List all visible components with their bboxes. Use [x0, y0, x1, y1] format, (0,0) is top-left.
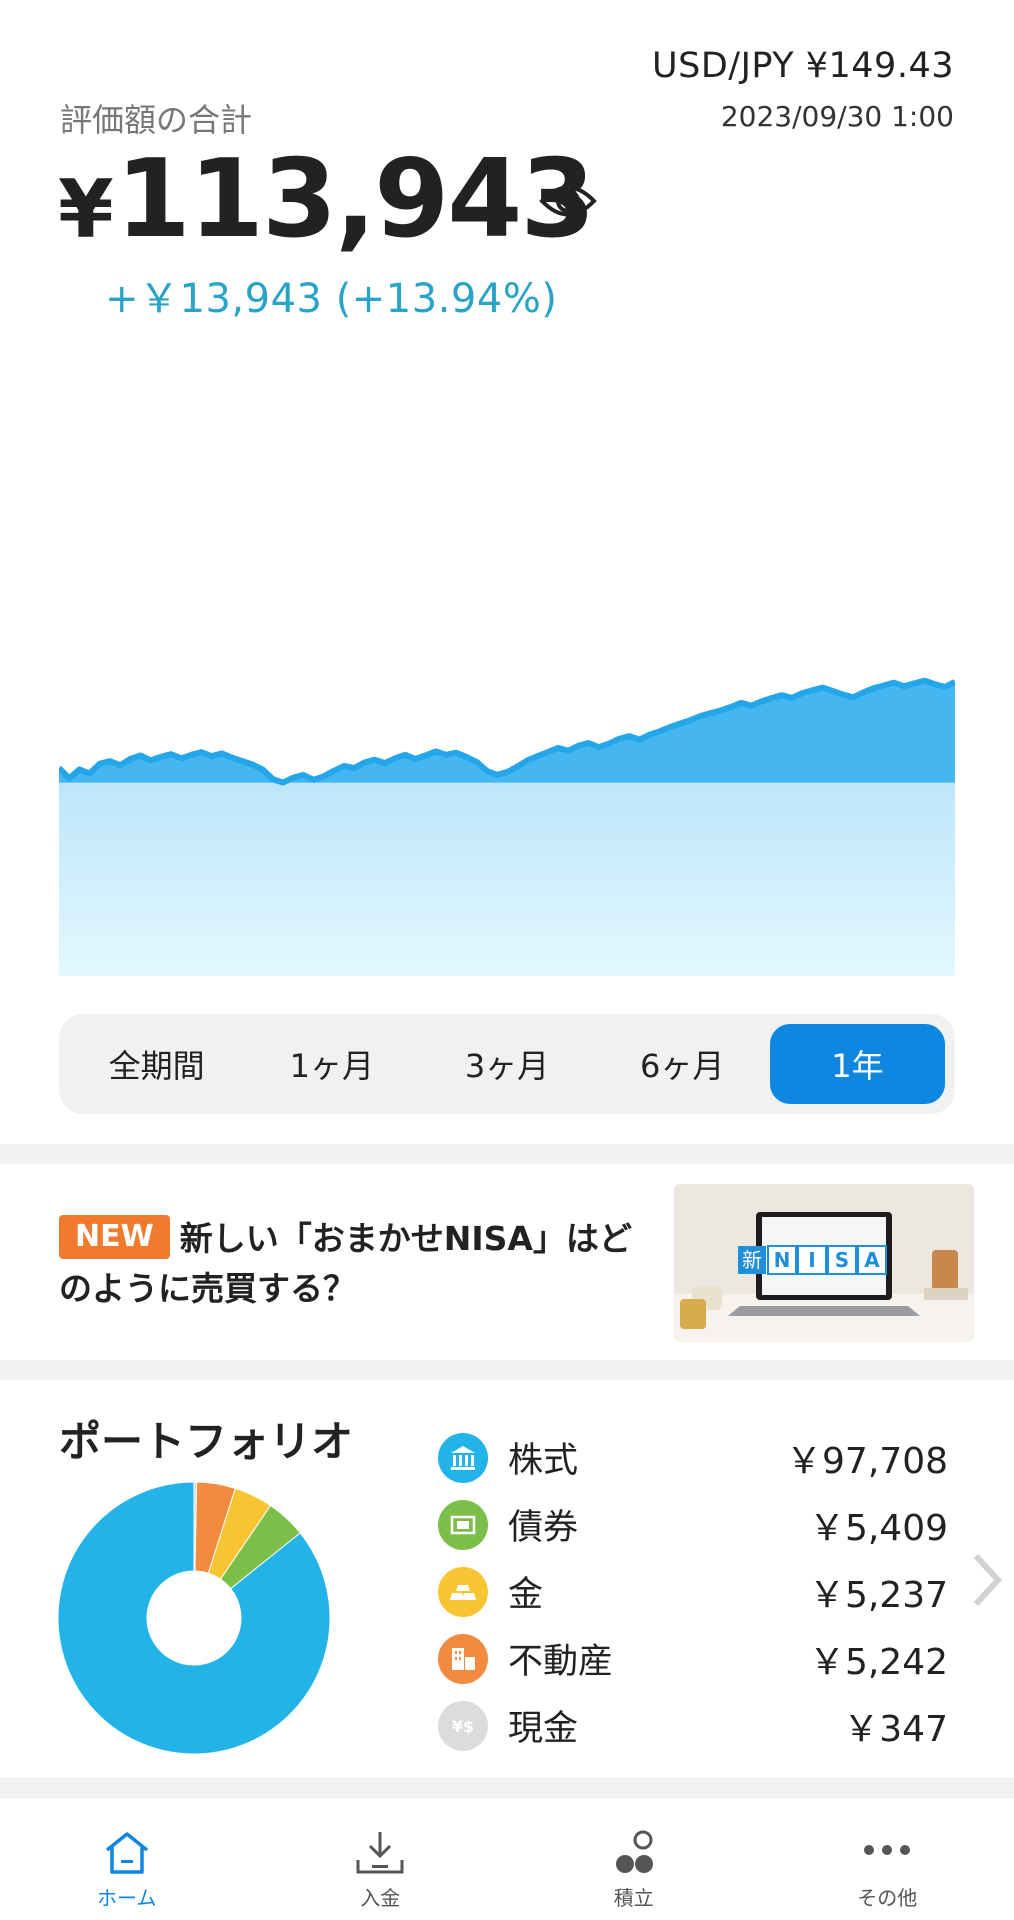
asset-row-cash[interactable]: ¥$ 現金 ￥347 [438, 1692, 948, 1759]
nav-deposit[interactable]: 入金 [254, 1798, 508, 1920]
asset-name: 株式 [508, 1441, 579, 1481]
total-amount: 113,943 [115, 137, 596, 262]
fx-rate: USD/JPY ¥149.43 [652, 46, 954, 86]
thumb-letters: NISA [767, 1245, 887, 1275]
nav-more[interactable]: その他 [761, 1798, 1014, 1920]
gold-icon [438, 1566, 488, 1617]
nav-home[interactable]: ホーム [0, 1798, 254, 1920]
section-divider [0, 1144, 1014, 1164]
chevron-right-icon[interactable] [966, 1550, 1006, 1610]
period-selector: 全期間 1ヶ月 3ヶ月 6ヶ月 1年 [59, 1014, 955, 1114]
more-icon [864, 1845, 911, 1855]
asset-value: ￥5,242 [808, 1641, 948, 1683]
asset-name: 現金 [508, 1709, 579, 1749]
thumb-letter: A [864, 1248, 880, 1272]
nav-deposit-label: 入金 [360, 1886, 401, 1910]
period-1m-button[interactable]: 1ヶ月 [244, 1024, 419, 1104]
coins-icon [615, 1830, 653, 1873]
portfolio-title: ポートフォリオ [59, 1417, 354, 1466]
asset-chart [59, 560, 955, 976]
bond-icon [438, 1499, 488, 1550]
currency-symbol: ¥ [58, 163, 114, 256]
nav-more-label: その他 [857, 1886, 918, 1910]
news-headline: NEW 新しい「おまかせNISA」はどのように売買する？ [59, 1214, 659, 1314]
total-label: 評価額の合計 [60, 101, 253, 139]
asset-value: ￥5,409 [808, 1507, 948, 1549]
thumb-letter: N [774, 1248, 791, 1272]
new-badge: NEW [59, 1215, 170, 1259]
asset-name: 債券 [508, 1508, 579, 1548]
bank-icon [438, 1432, 488, 1483]
home-screen: USD/JPY ¥149.43 2023/09/30 1:00 評価額の合計 ¥… [0, 0, 1014, 1920]
download-icon [356, 1832, 404, 1874]
section-divider [0, 1360, 1014, 1380]
total-value: ¥113,943 [58, 137, 596, 262]
news-banner[interactable]: NEW 新しい「おまかせNISA」はどのように売買する？ 新 NISA [0, 1164, 1014, 1360]
eye-icon[interactable] [538, 176, 598, 226]
building-icon [438, 1633, 488, 1684]
section-divider [0, 1778, 1014, 1798]
bottom-navigation: ホーム 入金 積立 その他 [0, 1798, 1014, 1920]
donut-svg [57, 1481, 331, 1755]
fx-timestamp: 2023/09/30 1:00 [720, 100, 954, 133]
portfolio-donut-chart[interactable] [57, 1481, 331, 1755]
asset-value: ￥347 [843, 1708, 948, 1750]
asset-row-stocks[interactable]: 株式 ￥97,708 [438, 1424, 948, 1491]
period-3m-button[interactable]: 3ヶ月 [419, 1024, 594, 1104]
thumb-letter: I [808, 1248, 815, 1272]
gain-amount: +￥13,943 (+13.94%) [105, 276, 558, 322]
period-1y-button[interactable]: 1年 [769, 1024, 946, 1104]
asset-row-real-estate[interactable]: 不動産 ￥5,242 [438, 1625, 948, 1692]
asset-value: ￥97,708 [786, 1440, 948, 1482]
news-thumbnail: 新 NISA [674, 1184, 974, 1342]
svg-text:¥$: ¥$ [452, 1717, 474, 1736]
nav-home-label: ホーム [97, 1886, 157, 1910]
asset-row-bonds[interactable]: 債券 ￥5,409 [438, 1491, 948, 1558]
home-icon [105, 1832, 148, 1874]
asset-row-gold[interactable]: 金 ￥5,237 [438, 1558, 948, 1625]
asset-chart-svg [59, 560, 955, 976]
nav-savings-label: 積立 [613, 1886, 654, 1910]
cash-icon: ¥$ [438, 1700, 488, 1751]
thumb-kanji: 新 [742, 1248, 762, 1272]
period-all-button[interactable]: 全期間 [69, 1024, 244, 1104]
asset-name: 不動産 [508, 1642, 614, 1682]
asset-list[interactable]: 株式 ￥97,708 債券 ￥5,409 金 ￥5,237 不動産 ￥5,242 [438, 1424, 948, 1759]
period-6m-button[interactable]: 6ヶ月 [595, 1024, 770, 1104]
asset-name: 金 [508, 1575, 544, 1615]
nav-savings[interactable]: 積立 [507, 1798, 761, 1920]
asset-value: ￥5,237 [808, 1574, 948, 1616]
thumb-letter: S [835, 1248, 849, 1272]
